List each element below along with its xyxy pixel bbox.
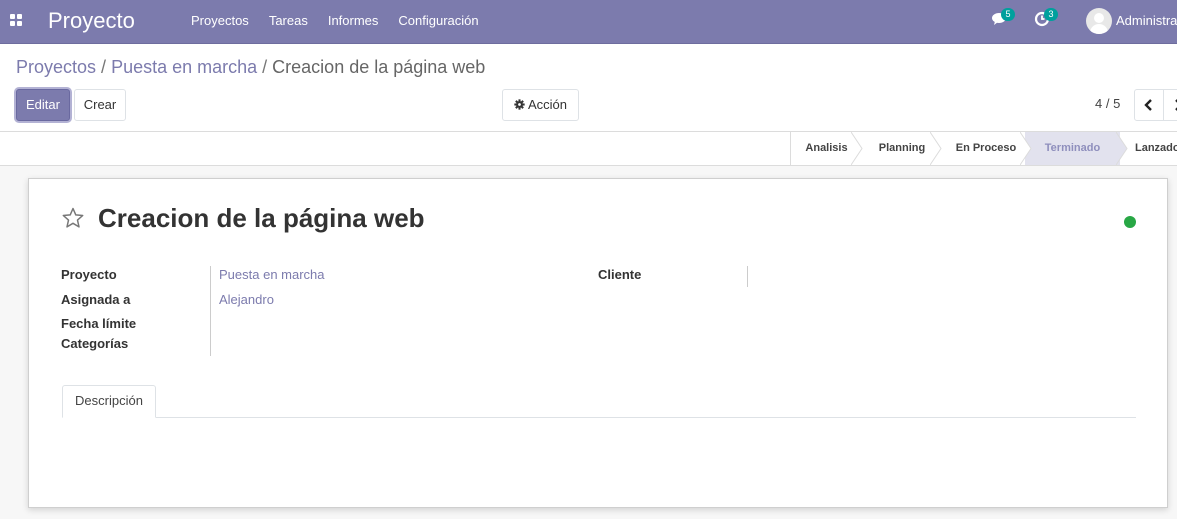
stage-separator [930,132,942,165]
stage-separator [1116,132,1128,165]
pager-previous-button[interactable] [1134,89,1164,121]
notebook-tab-line [62,417,1136,418]
messages-icon[interactable]: 5 [991,8,1015,27]
field-value-asignada[interactable]: Alejandro [219,292,274,307]
tab-descripcion[interactable]: Descripción [62,385,156,418]
field-value-proyecto[interactable]: Puesta en marcha [219,267,325,282]
apps-menu-icon[interactable] [10,14,22,26]
action-menu-label: Acción [527,97,567,112]
stage-lanzado[interactable]: Lanzado [1131,132,1177,165]
field-separator [747,266,748,287]
breadcrumb-item-project[interactable]: Puesta en marcha [111,57,257,77]
field-separator [210,266,211,356]
breadcrumb-separator: / [101,57,107,77]
user-avatar[interactable] [1086,8,1112,34]
stage-planning[interactable]: Planning [864,132,940,165]
stage-terminado[interactable]: Terminado [1025,132,1120,165]
action-menu-button[interactable]: Acción [502,89,579,121]
breadcrumb-current: Creacion de la página web [272,57,486,77]
breadcrumb: Proyectos / Puesta en marcha / Creacion de l… [16,57,485,78]
activities-count-badge: 3 [1044,8,1058,21]
field-label-categorias: Categorías [61,336,129,351]
breadcrumb-separator: / [262,57,268,77]
favorite-star-icon[interactable] [61,206,85,230]
pager-next-button[interactable] [1163,89,1177,121]
pager-value: 4 / 5 [1095,96,1121,111]
field-label-fecha-limite: Fecha límite [61,316,137,331]
stage-separator [851,132,863,165]
task-title[interactable]: Creacion de la página web [98,203,425,234]
field-label-asignada: Asignada a [61,292,131,307]
app-brand: Proyecto [48,8,135,33]
stage-statusbar: Analisis Planning En Proceso Terminado L… [0,131,1177,166]
top-navbar: Proyecto Proyectos Tareas Informes Confi… [0,0,1177,44]
chevron-right-icon [1175,99,1177,111]
menu-item-proyectos[interactable]: Proyectos [181,0,259,44]
user-menu-name[interactable]: Administrator [1116,13,1177,28]
stage-separator [1020,132,1032,165]
menu-item-tareas[interactable]: Tareas [259,0,318,44]
chevron-left-icon [1144,99,1152,111]
menu-item-informes[interactable]: Informes [318,0,389,44]
edit-button[interactable]: Editar [16,89,70,121]
activities-clock-icon[interactable]: 3 [1034,8,1058,27]
messages-count-badge: 5 [1001,8,1015,21]
menu-item-configuracion[interactable]: Configuración [388,0,488,44]
gear-icon [514,99,525,110]
breadcrumb-item-proyectos[interactable]: Proyectos [16,57,96,77]
field-label-cliente: Cliente [598,267,642,282]
field-label-proyecto: Proyecto [61,267,117,282]
stage-en-proceso[interactable]: En Proceso [943,132,1029,165]
task-form-sheet: Creacion de la página web Proyecto Asign… [28,178,1168,508]
kanban-state-dot[interactable] [1124,216,1136,228]
create-button[interactable]: Crear [74,89,126,121]
main-menu: Proyectos Tareas Informes Configuración [181,0,489,44]
